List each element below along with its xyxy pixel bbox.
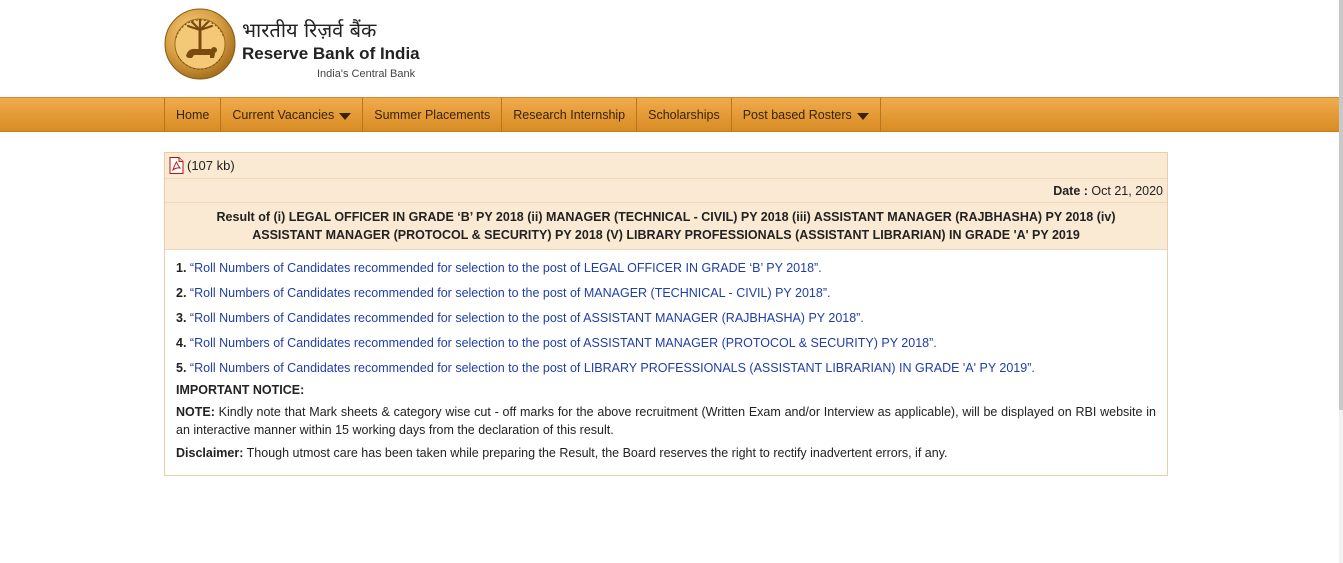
note-text: Kindly note that Mark sheets & category … bbox=[176, 405, 1156, 437]
notice-heading: IMPORTANT NOTICE: bbox=[176, 383, 305, 397]
result-link[interactable]: “Roll Numbers of Candidates recommended … bbox=[190, 336, 937, 350]
brand-hindi-name: भारतीय रिज़र्व बैंक bbox=[242, 18, 377, 42]
nav-item-home[interactable]: Home bbox=[165, 98, 222, 132]
result-body: 1. “Roll Numbers of Candidates recommend… bbox=[165, 250, 1167, 462]
list-item: 4. “Roll Numbers of Candidates recommend… bbox=[176, 335, 1156, 352]
pdf-icon[interactable] bbox=[169, 157, 184, 174]
item-number: 2. bbox=[176, 286, 187, 300]
nav-list: Home Current Vacancies Summer Placements… bbox=[164, 98, 881, 132]
note-paragraph: NOTE: Kindly note that Mark sheets & cat… bbox=[176, 403, 1156, 439]
nav-item-label: Summer Placements bbox=[374, 108, 491, 122]
nav-item-label: Research Internship bbox=[513, 108, 626, 122]
result-panel: (107 kb) Date : Oct 21, 2020 Result of (… bbox=[164, 152, 1168, 476]
disclaimer-text: Though utmost care has been taken while … bbox=[243, 446, 948, 460]
result-link[interactable]: “Roll Numbers of Candidates recommended … bbox=[190, 286, 831, 300]
brand-english-name: Reserve Bank of India bbox=[242, 44, 420, 63]
result-link[interactable]: “Roll Numbers of Candidates recommended … bbox=[190, 311, 864, 325]
note-label: NOTE: bbox=[176, 405, 215, 419]
item-number: 3. bbox=[176, 311, 187, 325]
nav-item-label: Scholarships bbox=[648, 108, 720, 122]
item-number: 1. bbox=[176, 261, 187, 275]
nav-item-current-vacancies[interactable]: Current Vacancies bbox=[221, 98, 364, 132]
attachment-size[interactable]: (107 kb) bbox=[187, 158, 235, 173]
disclaimer-label: Disclaimer: bbox=[176, 446, 244, 460]
list-item: 2. “Roll Numbers of Candidates recommend… bbox=[176, 285, 1156, 302]
nav-item-label: Home bbox=[176, 108, 210, 122]
main-navbar: Home Current Vacancies Summer Placements… bbox=[0, 97, 1339, 132]
nav-item-label: Current Vacancies bbox=[232, 108, 335, 122]
disclaimer-paragraph: Disclaimer: Though utmost care has been … bbox=[176, 444, 1156, 462]
list-item: 1. “Roll Numbers of Candidates recommend… bbox=[176, 260, 1156, 277]
date-label: Date : bbox=[1053, 184, 1088, 198]
date-row: Date : Oct 21, 2020 bbox=[165, 179, 1167, 203]
result-link[interactable]: “Roll Numbers of Candidates recommended … bbox=[190, 261, 822, 275]
list-item: 5. “Roll Numbers of Candidates recommend… bbox=[176, 360, 1156, 377]
site-header: भारतीय रिज़र्व बैंक Reserve Bank of Indi… bbox=[164, 8, 564, 88]
scrollbar-thumb[interactable] bbox=[1339, 0, 1343, 410]
item-number: 5. bbox=[176, 361, 187, 375]
caret-down-icon bbox=[339, 112, 352, 120]
nav-item-label: Post based Rosters bbox=[742, 108, 852, 122]
rbi-seal-icon[interactable] bbox=[164, 8, 236, 80]
nav-item-summer-placements[interactable]: Summer Placements bbox=[363, 98, 503, 132]
attachment-row: (107 kb) bbox=[165, 153, 1167, 179]
list-item: 3. “Roll Numbers of Candidates recommend… bbox=[176, 310, 1156, 327]
result-title: Result of (i) LEGAL OFFICER IN GRADE ‘B’… bbox=[165, 203, 1167, 250]
nav-item-research-internship[interactable]: Research Internship bbox=[502, 98, 638, 132]
nav-item-post-based-rosters[interactable]: Post based Rosters bbox=[732, 98, 881, 132]
date-value: Oct 21, 2020 bbox=[1091, 184, 1163, 198]
item-number: 4. bbox=[176, 336, 187, 350]
vertical-scrollbar[interactable] bbox=[1339, 0, 1343, 563]
brand-tagline: India's Central Bank bbox=[317, 68, 416, 80]
caret-down-icon bbox=[856, 112, 869, 120]
result-link[interactable]: “Roll Numbers of Candidates recommended … bbox=[190, 361, 1035, 375]
nav-item-scholarships[interactable]: Scholarships bbox=[637, 98, 732, 132]
